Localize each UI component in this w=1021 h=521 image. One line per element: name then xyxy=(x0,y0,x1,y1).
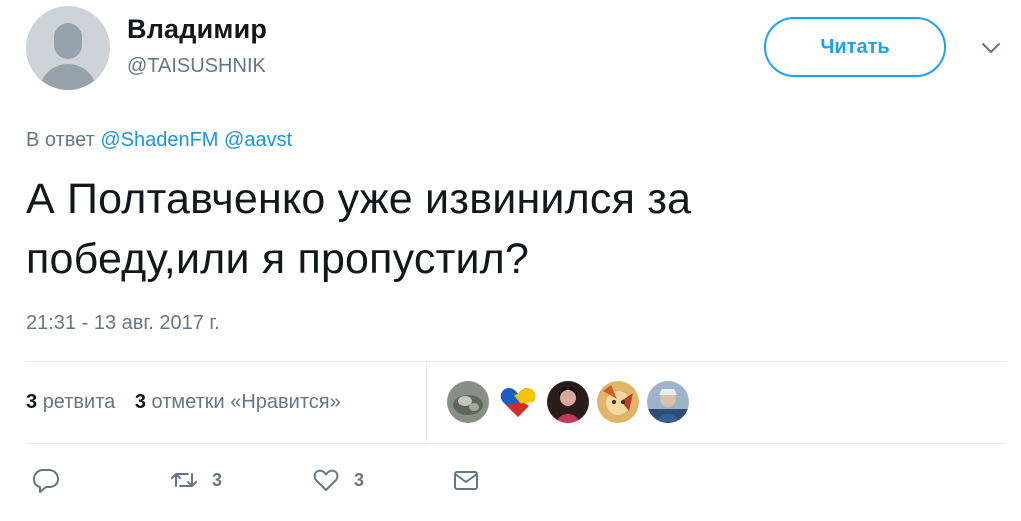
retweet-count: 3 xyxy=(212,469,223,490)
liker-avatar[interactable] xyxy=(547,381,589,423)
default-avatar-head xyxy=(54,23,82,59)
user-display-name[interactable]: Владимир xyxy=(127,14,267,45)
likes-stat[interactable]: 3 отметки «Нравится» xyxy=(135,391,341,413)
default-avatar-body xyxy=(39,64,97,90)
likes-count: 3 xyxy=(134,391,146,413)
tweet-text-line: победу,или я пропустил? xyxy=(26,235,530,283)
tweet-text: А Полтавченко уже извинился за победу,ил… xyxy=(26,169,986,289)
reply-context: В ответ @ShadenFM @aavst xyxy=(26,129,292,152)
retweet-action[interactable]: 3 xyxy=(170,466,222,494)
tweet-actions: 3 3 xyxy=(0,466,1021,506)
chevron-down-icon[interactable] xyxy=(980,40,1002,56)
user-avatar[interactable] xyxy=(26,6,110,90)
liker-avatar[interactable] xyxy=(497,381,539,423)
like-action[interactable]: 3 xyxy=(312,466,364,494)
heart-flags-icon xyxy=(497,381,539,423)
heart-icon xyxy=(313,469,339,491)
retweets-stat[interactable]: 3 ретвита xyxy=(26,391,115,413)
liker-avatar[interactable] xyxy=(647,381,689,423)
liker-avatar-image xyxy=(447,381,489,423)
reply-icon xyxy=(33,469,59,493)
liker-avatar[interactable] xyxy=(597,381,639,423)
envelope-icon xyxy=(454,471,478,490)
liker-avatar-image xyxy=(547,381,589,423)
tweet-timestamp[interactable]: 21:31 - 13 авг. 2017 г. xyxy=(26,312,220,335)
tweet-text-line: А Полтавченко уже извинился за xyxy=(26,175,692,223)
divider xyxy=(26,443,1006,444)
liker-avatar-image xyxy=(647,381,689,423)
mention-link-aavst[interactable]: @aavst xyxy=(224,129,292,151)
user-handle[interactable]: @TAISUSHNIK xyxy=(127,55,266,78)
reply-prefix: В ответ xyxy=(26,129,95,151)
stats-divider xyxy=(426,362,427,443)
liker-avatars xyxy=(447,381,697,423)
follow-button[interactable]: Читать xyxy=(764,17,946,77)
retweet-icon xyxy=(171,473,197,487)
mention-link-shadenfm[interactable]: @ShadenFM xyxy=(100,129,218,151)
liker-avatar[interactable] xyxy=(447,381,489,423)
retweets-count: 3 xyxy=(26,391,38,413)
retweets-label: ретвита xyxy=(42,391,116,413)
liker-avatar-image xyxy=(597,381,639,423)
tweet-stats: 3 ретвита 3 отметки «Нравится» xyxy=(26,391,355,414)
likes-label: отметки «Нравится» xyxy=(151,391,341,413)
divider xyxy=(26,361,1006,362)
like-count: 3 xyxy=(354,469,365,490)
direct-message-action[interactable] xyxy=(452,466,480,494)
reply-action[interactable] xyxy=(32,466,74,494)
